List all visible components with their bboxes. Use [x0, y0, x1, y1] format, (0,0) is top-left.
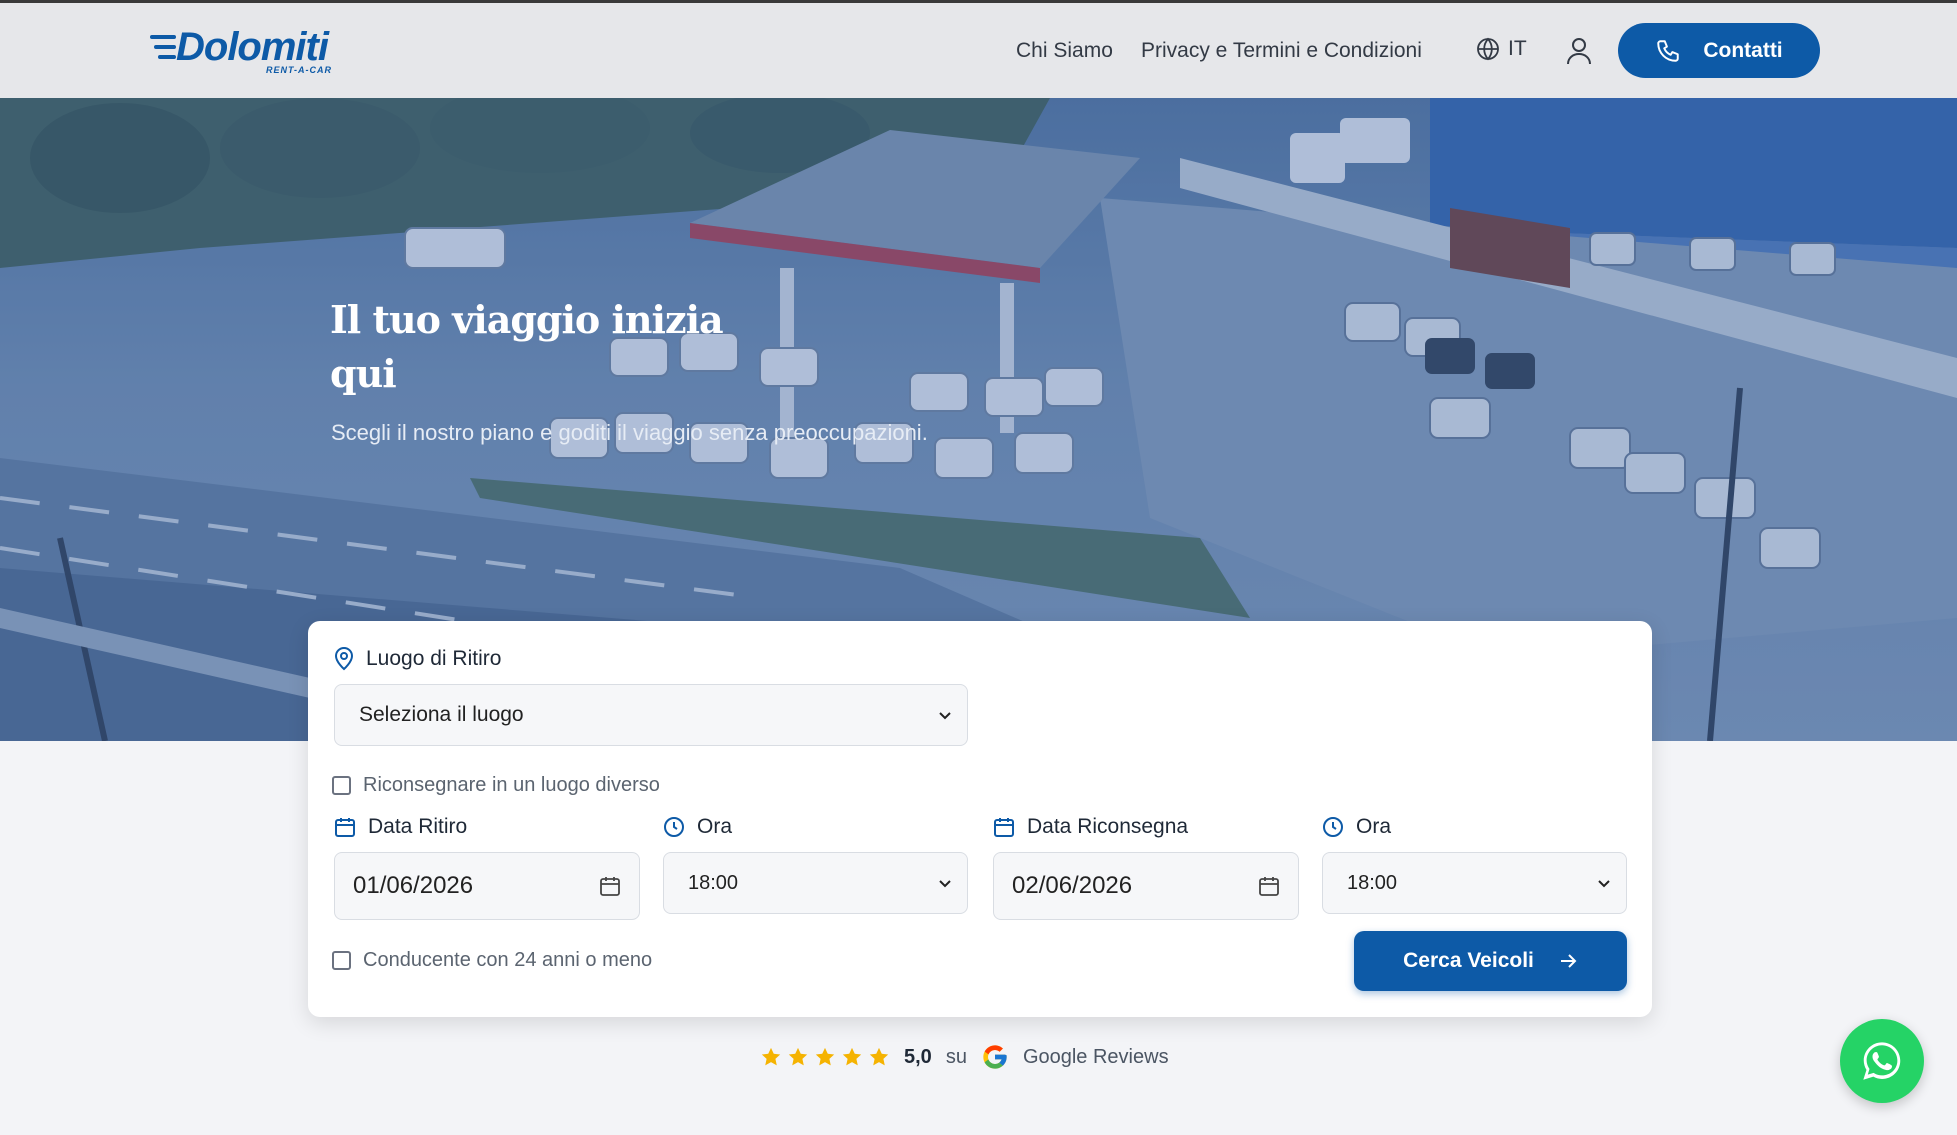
- globe-icon: [1477, 37, 1499, 61]
- return-date-value: 02/06/2026: [1012, 872, 1133, 899]
- reviews-source: Google Reviews: [1022, 1045, 1169, 1068]
- calendar-icon: [335, 818, 355, 837]
- star-icon: [869, 1047, 889, 1066]
- arrow-right-icon: [1560, 954, 1577, 968]
- whatsapp-button[interactable]: [1840, 1019, 1924, 1103]
- pickup-location-label: Luogo di Ritiro: [334, 647, 501, 671]
- rating-su: su: [945, 1045, 967, 1068]
- hero-subtitle: Scegli il nostro piano e goditi il viagg…: [331, 420, 928, 445]
- rating-value: 5,0: [904, 1045, 932, 1068]
- star-icon: [788, 1047, 808, 1066]
- return-date-input[interactable]: 02/06/2026: [993, 852, 1299, 920]
- booking-form-card: Luogo di Ritiro Seleziona il luogo Ricon…: [308, 621, 1652, 1017]
- checkbox-box[interactable]: [332, 951, 351, 970]
- chevron-down-icon: [1598, 880, 1610, 888]
- star-icon: [842, 1047, 862, 1066]
- clock-icon: [1323, 817, 1343, 837]
- pickup-date-value: 01/06/2026: [353, 872, 474, 899]
- account-button[interactable]: [1566, 36, 1592, 66]
- pickup-time-label: Ora: [663, 815, 732, 839]
- pickup-time-value: 18:00: [688, 871, 739, 894]
- contact-label: Contatti: [1703, 38, 1783, 62]
- contact-button[interactable]: Contatti: [1618, 23, 1820, 78]
- language-code: IT: [1508, 37, 1527, 60]
- young-driver-label: Conducente con 24 anni o meno: [363, 949, 653, 971]
- calendar-picker-icon[interactable]: [599, 875, 621, 897]
- nav-privacy-terms[interactable]: Privacy e Termini e Condizioni: [1141, 39, 1422, 63]
- search-vehicles-button[interactable]: Cerca Veicoli: [1354, 931, 1627, 991]
- chevron-down-icon: [939, 880, 951, 888]
- google-icon: [983, 1045, 1007, 1069]
- star-icon: [815, 1047, 835, 1066]
- hero-title: Il tuo viaggio inizia qui: [330, 297, 724, 396]
- star-icon: [761, 1047, 781, 1066]
- checkbox-box[interactable]: [332, 776, 351, 795]
- return-time-select[interactable]: 18:00: [1322, 852, 1627, 914]
- rating-stars: [760, 1046, 890, 1068]
- different-return-label: Riconsegnare in un luogo diverso: [363, 774, 660, 796]
- clock-icon: [664, 817, 684, 837]
- pickup-location-select[interactable]: Seleziona il luogo: [334, 684, 968, 746]
- young-driver-checkbox[interactable]: Conducente con 24 anni o meno: [332, 949, 652, 972]
- brand-tagline: RENT-A-CAR: [266, 65, 332, 75]
- return-date-label: Data Riconsegna: [993, 815, 1188, 839]
- return-time-label: Ora: [1322, 815, 1391, 839]
- site-header: Dolomiti RENT-A-CAR Chi Siamo Privacy e …: [0, 3, 1957, 98]
- return-time-value: 18:00: [1347, 871, 1398, 894]
- pickup-date-input[interactable]: 01/06/2026: [334, 852, 640, 920]
- chevron-down-icon: [939, 712, 951, 720]
- pickup-date-label: Data Ritiro: [334, 815, 467, 839]
- search-vehicles-label: Cerca Veicoli: [1403, 949, 1534, 972]
- language-selector[interactable]: IT: [1476, 37, 1527, 61]
- calendar-picker-icon[interactable]: [1258, 875, 1280, 897]
- brand-wordmark: Dolomiti: [176, 25, 329, 69]
- brand-logo[interactable]: Dolomiti RENT-A-CAR: [150, 23, 340, 81]
- different-return-checkbox[interactable]: Riconsegnare in un luogo diverso: [332, 774, 660, 797]
- pickup-time-select[interactable]: 18:00: [663, 852, 968, 914]
- calendar-icon: [994, 818, 1014, 837]
- whatsapp-icon: [1863, 1042, 1901, 1080]
- map-pin-icon: [334, 647, 354, 671]
- nav-chi-siamo[interactable]: Chi Siamo: [1016, 39, 1113, 63]
- phone-icon: [1657, 39, 1680, 62]
- user-icon: [1567, 38, 1591, 65]
- pickup-location-value: Seleziona il luogo: [359, 703, 524, 726]
- google-reviews-summary[interactable]: 5,0 su Google Reviews: [760, 1040, 1169, 1074]
